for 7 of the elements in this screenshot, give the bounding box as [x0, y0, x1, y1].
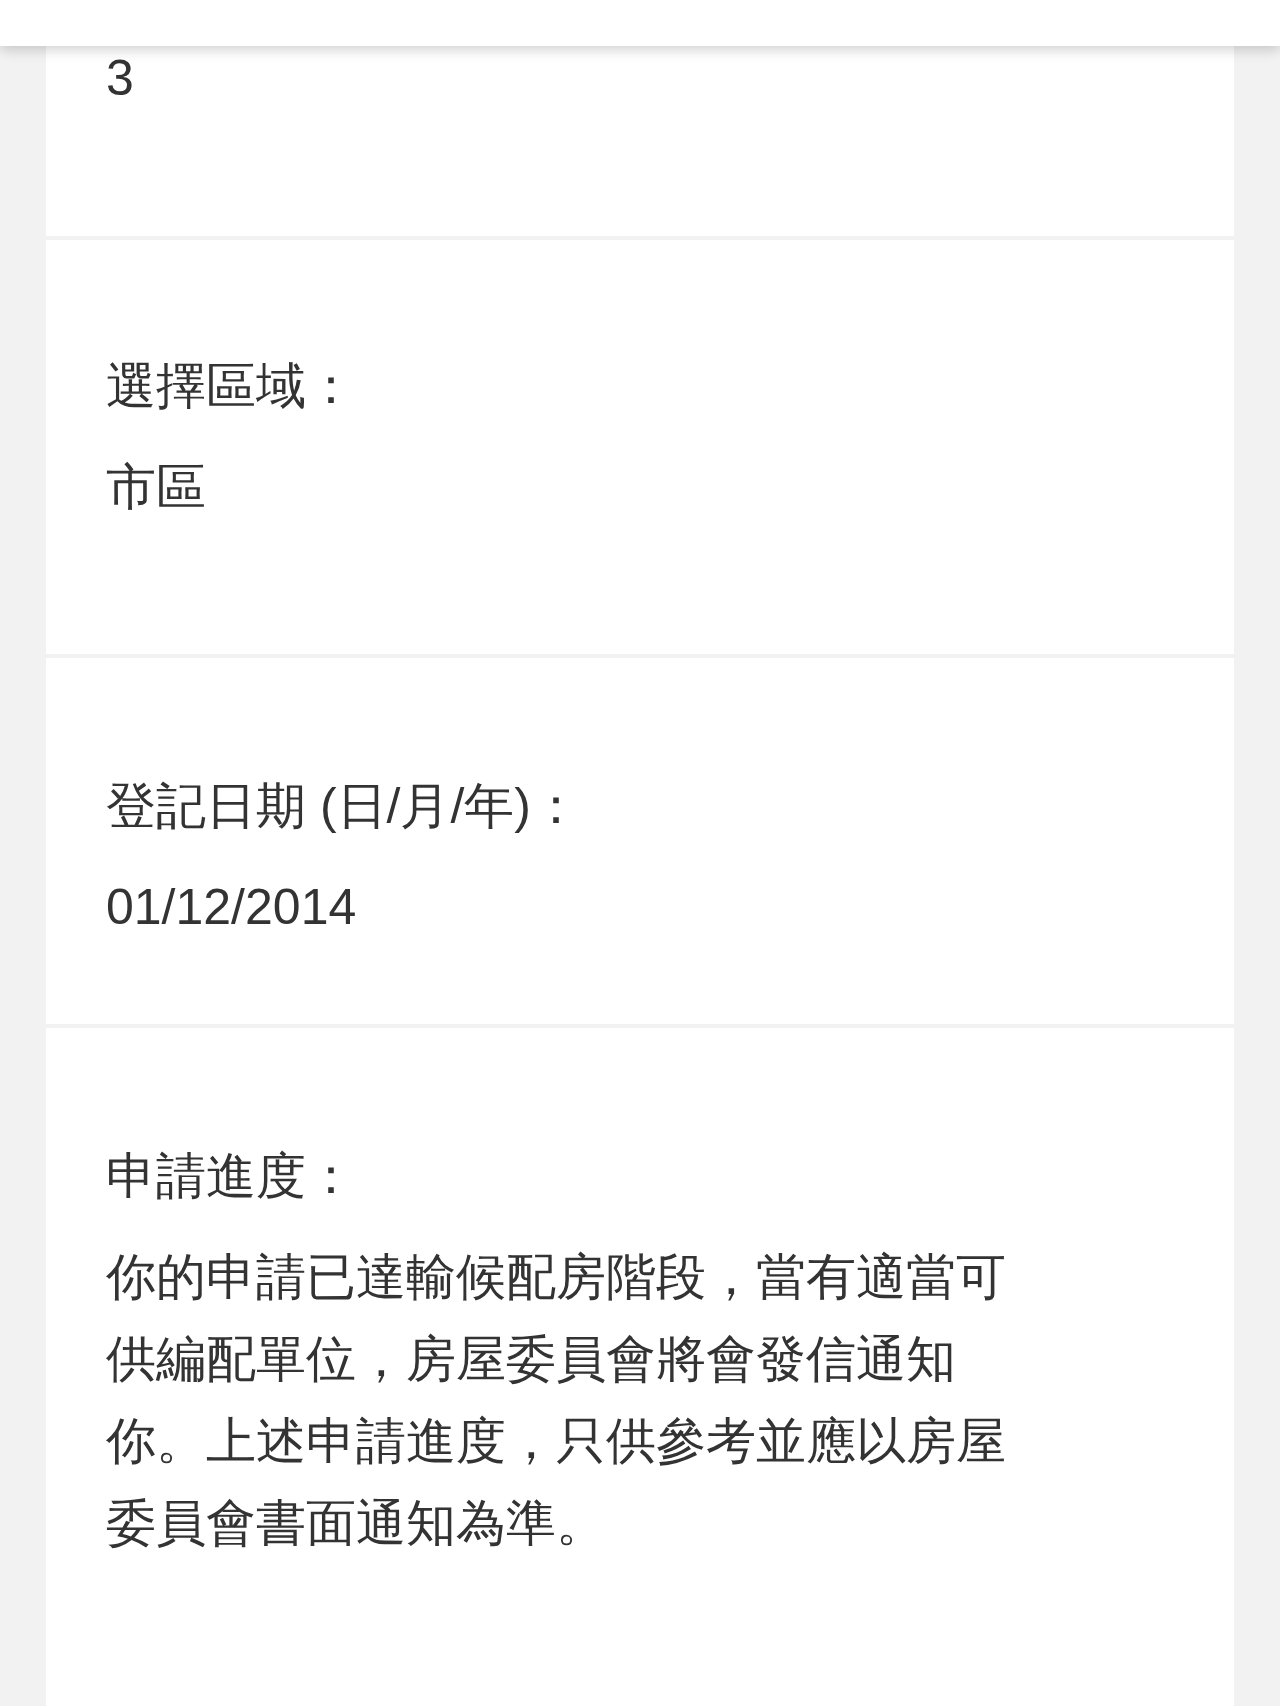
- field-value: 你的申請已達輸候配房階段，當有適當可供編配單位，房屋委員會將會發信通知你。上述申請進度，只供參考並應以房屋委員會書面通知為準。: [106, 1248, 1007, 1553]
- field-label: 申請進度：: [106, 1147, 357, 1206]
- field-value: 01/12/2014: [106, 878, 358, 937]
- field-value: 3: [106, 49, 135, 108]
- field-label: 選擇區域：: [106, 357, 357, 416]
- field-value: 市區: [106, 458, 207, 517]
- field-label: 登記日期 (日/月/年)：: [106, 777, 582, 836]
